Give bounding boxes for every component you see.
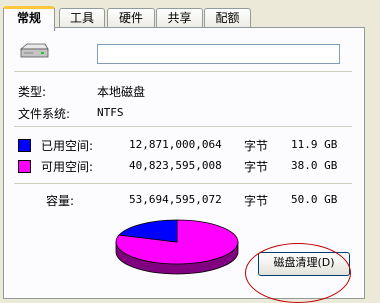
highlight-circle-annotation	[245, 243, 351, 303]
type-label: 类型:	[18, 85, 47, 99]
used-space-unit: 字节	[244, 139, 269, 153]
free-space-color-swatch	[18, 160, 31, 173]
capacity-bytes: 53,694,595,072	[129, 193, 222, 206]
filesystem-value: NTFS	[97, 106, 124, 119]
divider	[14, 126, 352, 127]
used-space-bytes: 12,871,000,064	[129, 138, 222, 151]
tab-sharing[interactable]: 共享	[156, 8, 203, 27]
used-space-color-swatch	[18, 139, 31, 152]
capacity-unit: 字节	[244, 194, 269, 208]
free-space-label: 可用空间:	[41, 160, 94, 174]
capacity-label: 容量:	[46, 194, 75, 208]
capacity-size: 50.0 GB	[291, 193, 338, 206]
free-space-bytes: 40,823,595,008	[129, 159, 222, 172]
tab-hardware[interactable]: 硬件	[107, 8, 155, 27]
tab-strip: 常规 工具 硬件 共享 配额	[3, 6, 380, 31]
filesystem-label: 文件系统:	[18, 107, 71, 121]
used-space-size: 11.9 GB	[291, 138, 338, 151]
tab-tools[interactable]: 工具	[59, 8, 105, 27]
free-space-unit: 字节	[244, 160, 269, 174]
tab-general[interactable]: 常规	[3, 6, 55, 31]
used-space-label: 已用空间:	[41, 139, 94, 153]
disk-usage-pie-chart	[115, 219, 239, 275]
divider	[14, 183, 352, 184]
volume-name-input[interactable]	[97, 44, 340, 64]
hard-disk-icon	[19, 43, 49, 58]
type-value: 本地磁盘	[97, 85, 146, 99]
divider	[14, 71, 352, 72]
free-space-size: 38.0 GB	[291, 159, 338, 172]
tab-quota[interactable]: 配额	[204, 8, 251, 27]
